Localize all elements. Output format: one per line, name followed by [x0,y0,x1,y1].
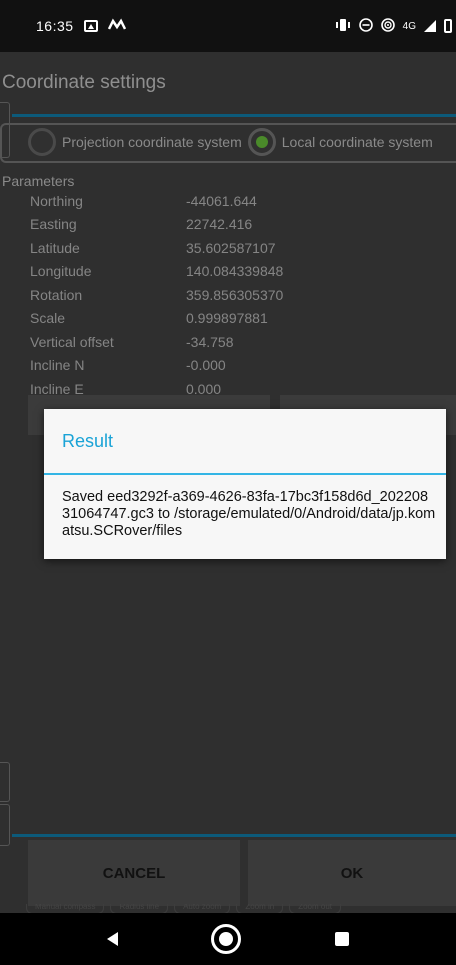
param-row-longitude: Longitude 140.084339848 [0,260,456,284]
param-value: 35.602587107 [186,239,276,256]
dialog-message: Saved eed3292f-a369-4626-83fa-17bc3f158d… [62,489,436,539]
param-value: -44061.644 [186,192,257,209]
status-bar: 16:35 4G [0,0,456,52]
coordinate-system-radio-group: Projection coordinate system Local coord… [0,117,456,167]
ok-button[interactable]: OK [248,840,456,906]
dialog-title: Result [44,409,446,475]
app-notification-icon [107,17,126,35]
param-row-rotation: Rotation 359.856305370 [0,283,456,307]
param-value: 140.084339848 [186,263,284,280]
param-row-vertical-offset: Vertical offset -34.758 [0,330,456,354]
param-row-scale: Scale 0.999897881 [0,307,456,331]
param-value: 22742.416 [186,216,253,233]
edge-panel [0,762,10,802]
map-toolbar: Manual compass Radius line Auto zoom Zoo… [0,904,456,913]
radio-unchecked-icon [28,128,56,156]
param-row-incline-n: Incline N -0.000 [0,354,456,378]
toolbar-auto-zoom[interactable]: Auto zoom [174,904,231,913]
cancel-button[interactable]: CANCEL [28,840,240,906]
toolbar-zoom-out[interactable]: Zoom out [289,904,342,913]
param-row-northing: Northing -44061.644 [0,189,456,213]
signal-icon [424,20,436,32]
app-header: Coordinate settings [0,52,456,114]
battery-icon [444,19,452,33]
param-value: 359.856305370 [186,286,284,303]
param-value: 0.999897881 [186,310,268,327]
param-key: Rotation [30,286,83,303]
toolbar-manual-compass[interactable]: Manual compass [26,904,105,913]
radio-checked-icon [247,128,276,156]
radio-label: Local coordinate system [281,134,433,150]
radio-local-coordinate-system[interactable]: Local coordinate system [247,128,433,156]
footer-divider [12,834,456,837]
param-key: Incline N [30,357,85,374]
param-key: Latitude [30,239,80,256]
toolbar-radius-line[interactable]: Radius line [110,904,169,913]
parameters-list: Northing -44061.644 Easting 22742.416 Lati… [0,189,456,401]
page-title: Coordinate settings [2,72,166,93]
param-row-easting: Easting 22742.416 [0,213,456,237]
dnd-icon [358,17,373,35]
status-time: 16:35 [36,18,74,34]
param-key: Scale [30,310,66,327]
network-type: 4G [402,20,416,32]
recent-apps-icon[interactable] [335,932,350,946]
param-value: -0.000 [186,357,226,374]
param-key: Northing [30,192,83,209]
edge-panel [0,804,10,846]
param-value: -34.758 [186,333,234,350]
parameters-heading: Parameters [2,173,75,189]
vibrate-icon [335,18,351,35]
toolbar-zoom-in[interactable]: Zoom in [236,904,284,913]
back-icon[interactable] [106,932,118,946]
navigation-bar [0,913,456,965]
image-notification-icon [83,20,98,32]
param-row-latitude: Latitude 35.602587107 [0,236,456,260]
hotspot-icon [380,17,395,35]
left-edge-panels [0,52,10,913]
footer-buttons: CANCEL OK [28,840,456,906]
home-icon[interactable] [211,924,242,954]
param-key: Easting [30,216,77,233]
radio-label: Projection coordinate system [62,134,242,150]
param-key: Vertical offset [30,333,114,350]
result-dialog: Result Saved eed3292f-a369-4626-83fa-17b… [44,409,446,559]
param-key: Longitude [30,263,92,280]
radio-projection-coordinate-system[interactable]: Projection coordinate system [28,128,242,156]
